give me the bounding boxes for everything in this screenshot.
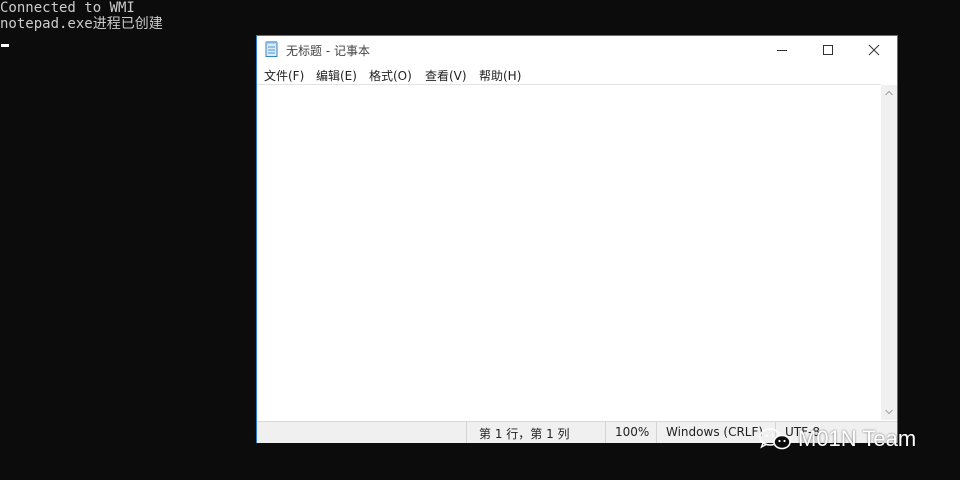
menu-bar: 文件(F) 编辑(E) 格式(O) 查看(V) 帮助(H) [257,64,897,85]
title-bar[interactable]: 无标题 - 记事本 [257,36,897,64]
console-cursor [1,44,9,47]
menu-help[interactable]: 帮助(H) [479,67,521,84]
console-output: Connected to WMI notepad.exe进程已创建 [0,0,163,32]
zoom-level: 100% [615,425,650,439]
status-segment-zoom: 100% [605,422,656,443]
console-line: notepad.exe进程已创建 [0,16,163,32]
menu-format[interactable]: 格式(O) [369,67,412,84]
line-ending: Windows (CRLF) [666,425,764,439]
scroll-down-icon[interactable] [885,409,893,415]
minimize-icon [777,50,787,51]
vertical-scrollbar[interactable] [881,85,897,420]
watermark: M01N Team [758,426,916,456]
text-editor-area[interactable] [257,84,881,421]
cursor-position: 第 1 行，第 1 列 [479,427,570,441]
maximize-button[interactable] [805,36,851,64]
wechat-icon [759,428,791,450]
status-segment-position: 第 1 行，第 1 列 [466,422,605,443]
close-icon [868,44,880,56]
menu-edit[interactable]: 编辑(E) [316,67,357,84]
watermark-text: M01N Team [798,426,917,451]
window-title: 无标题 - 记事本 [286,44,370,58]
notepad-window: 无标题 - 记事本 文件(F) 编辑(E) 格式(O) 查看(V) 帮助(H) [256,35,898,443]
scroll-up-icon[interactable] [885,90,893,96]
console-line: Connected to WMI [0,0,135,16]
maximize-icon [823,45,833,55]
menu-view[interactable]: 查看(V) [425,67,467,84]
notepad-icon[interactable] [265,41,279,57]
menu-file[interactable]: 文件(F) [264,67,304,84]
minimize-button[interactable] [759,36,805,64]
close-button[interactable] [851,36,897,64]
